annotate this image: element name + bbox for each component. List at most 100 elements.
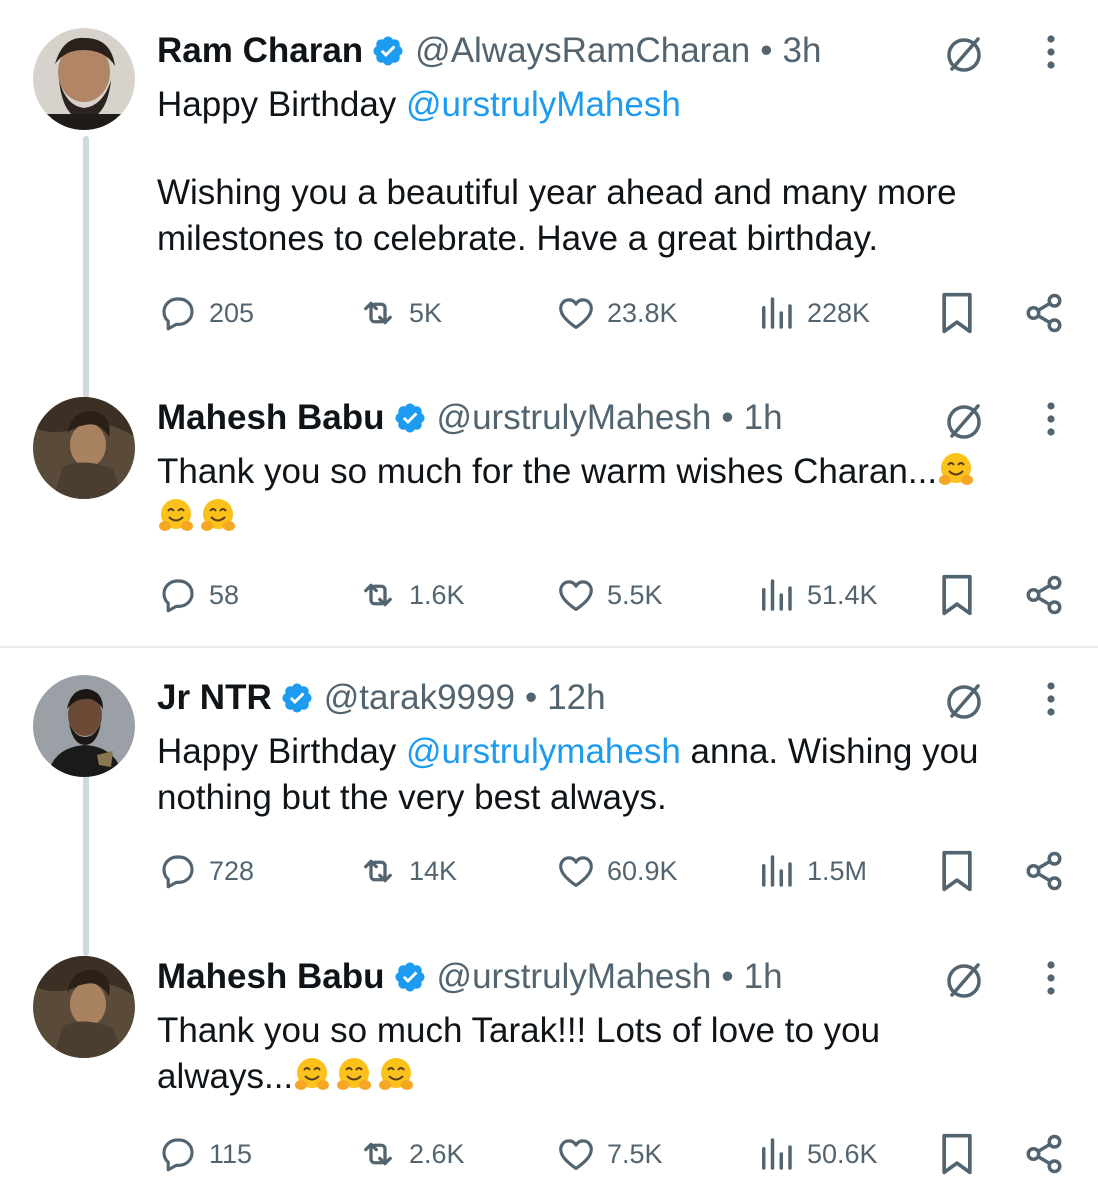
avatar[interactable]: [33, 675, 135, 777]
hugging-face-emoji: [377, 1056, 415, 1094]
hugging-face-emoji: [335, 1056, 373, 1094]
reply-count: 728: [209, 855, 255, 886]
tweet-ram-charan[interactable]: Ram Charan @AlwaysRamCharan • 3h Happy B…: [0, 28, 1098, 348]
timestamp[interactable]: 1h: [744, 398, 783, 438]
timestamp[interactable]: 12h: [547, 678, 605, 718]
analytics-icon: [762, 1138, 792, 1170]
mention-link[interactable]: @urstrulyMahesh: [406, 85, 681, 124]
handle[interactable]: @urstrulyMahesh: [437, 957, 712, 997]
views-button[interactable]: 50.6K: [755, 1132, 878, 1176]
separator-dot: •: [760, 31, 773, 70]
like-button[interactable]: 23.8K: [555, 291, 678, 335]
grok-icon[interactable]: [942, 679, 986, 723]
hugging-face-emoji: [199, 497, 237, 535]
repost-button[interactable]: 1.6K: [357, 573, 465, 617]
analytics-icon: [762, 297, 792, 329]
like-count: 5.5K: [607, 579, 663, 610]
reply-count: 58: [209, 579, 240, 610]
tweet-header: Jr NTR @tarak9999 • 12h: [157, 675, 606, 721]
more-options-icon[interactable]: [1046, 960, 1056, 996]
grok-icon[interactable]: [942, 958, 986, 1002]
view-count: 228K: [807, 297, 871, 328]
like-count: 23.8K: [607, 297, 678, 328]
action-bar: 205 5K 23.8K 228K: [157, 291, 1072, 335]
handle[interactable]: @urstrulyMahesh: [437, 398, 712, 438]
share-icon[interactable]: [1023, 1132, 1065, 1176]
reply-count: 205: [209, 297, 255, 328]
tweet-mahesh-babu-reply-2[interactable]: Mahesh Babu @urstrulyMahesh • 1h Thank y…: [0, 954, 1098, 1194]
bookmark-icon[interactable]: [937, 573, 977, 617]
verified-badge-icon: [371, 34, 405, 68]
heart-icon: [559, 1139, 593, 1170]
text-paragraph: Wishing you a beautiful year ahead and m…: [157, 173, 957, 258]
tweet-header: Mahesh Babu @urstrulyMahesh • 1h: [157, 395, 783, 441]
bookmark-icon[interactable]: [937, 849, 977, 893]
more-options-icon[interactable]: [1046, 681, 1056, 717]
more-options-icon[interactable]: [1046, 34, 1056, 70]
reply-button[interactable]: 728: [157, 849, 254, 893]
reply-icon: [162, 579, 194, 613]
timestamp[interactable]: 1h: [744, 957, 783, 997]
tweet-text: Happy Birthday @urstrulyMahesh Wishing y…: [157, 82, 1057, 262]
handle[interactable]: @tarak9999: [324, 678, 515, 718]
action-bar: 728 14K 60.9K 1.5M: [157, 849, 1072, 893]
tweet-mahesh-babu-reply-1[interactable]: Mahesh Babu @urstrulyMahesh • 1h Thank y…: [0, 395, 1098, 635]
bookmark-icon[interactable]: [937, 1132, 977, 1176]
repost-icon: [364, 301, 392, 325]
separator-dot: •: [721, 398, 734, 437]
text-line: Thank you so much for the warm wishes Ch…: [157, 452, 938, 491]
mention-link[interactable]: @urstrulymahesh: [406, 732, 681, 771]
repost-count: 14K: [409, 855, 458, 886]
views-button[interactable]: 228K: [755, 291, 870, 335]
tweet-text: Happy Birthday @urstrulymahesh anna. Wis…: [157, 729, 1047, 821]
timestamp[interactable]: 3h: [783, 31, 822, 71]
like-count: 60.9K: [607, 855, 678, 886]
like-button[interactable]: 60.9K: [555, 849, 678, 893]
views-button[interactable]: 1.5M: [755, 849, 867, 893]
thread-divider: [0, 646, 1098, 648]
like-button[interactable]: 5.5K: [555, 573, 663, 617]
reply-button[interactable]: 115: [157, 1132, 252, 1176]
text-prefix: Happy Birthday: [157, 85, 407, 124]
tweet-jr-ntr[interactable]: Jr NTR @tarak9999 • 12h Happy Birthday @…: [0, 675, 1098, 915]
reply-button[interactable]: 205: [157, 291, 254, 335]
grok-icon[interactable]: [942, 399, 986, 443]
repost-button[interactable]: 5K: [357, 291, 442, 335]
action-bar: 58 1.6K 5.5K 51.4K: [157, 573, 1072, 617]
text-prefix: Happy Birthday: [157, 732, 407, 771]
bookmark-icon[interactable]: [937, 291, 977, 335]
reply-icon: [162, 297, 194, 331]
like-button[interactable]: 7.5K: [555, 1132, 663, 1176]
action-bar: 115 2.6K 7.5K 50.6K: [157, 1132, 1072, 1176]
more-options-icon[interactable]: [1046, 401, 1056, 437]
display-name[interactable]: Jr NTR: [157, 678, 272, 718]
tweet-text: Thank you so much for the warm wishes Ch…: [157, 449, 1057, 541]
views-button[interactable]: 51.4K: [755, 573, 878, 617]
tweet-text: Thank you so much Tarak!!! Lots of love …: [157, 1008, 1057, 1100]
view-count: 51.4K: [807, 579, 878, 610]
hugging-face-emoji: [157, 497, 195, 535]
share-icon[interactable]: [1023, 849, 1065, 893]
display-name[interactable]: Ram Charan: [157, 31, 363, 71]
reply-icon: [162, 1138, 194, 1172]
like-count: 7.5K: [607, 1138, 663, 1169]
share-icon[interactable]: [1023, 573, 1065, 617]
separator-dot: •: [524, 678, 538, 717]
avatar[interactable]: [33, 28, 135, 130]
text-line: always...: [157, 1057, 294, 1096]
grok-icon[interactable]: [942, 32, 986, 76]
separator-dot: •: [721, 957, 734, 996]
handle[interactable]: @AlwaysRamCharan: [415, 31, 750, 71]
avatar[interactable]: [33, 397, 135, 499]
share-icon[interactable]: [1023, 291, 1065, 335]
display-name[interactable]: Mahesh Babu: [157, 398, 385, 438]
avatar[interactable]: [33, 956, 135, 1058]
heart-icon: [559, 856, 593, 887]
repost-icon: [364, 583, 392, 607]
repost-button[interactable]: 2.6K: [357, 1132, 465, 1176]
analytics-icon: [762, 579, 792, 611]
repost-icon: [364, 1142, 392, 1166]
repost-button[interactable]: 14K: [357, 849, 457, 893]
reply-button[interactable]: 58: [157, 573, 239, 617]
display-name[interactable]: Mahesh Babu: [157, 957, 385, 997]
